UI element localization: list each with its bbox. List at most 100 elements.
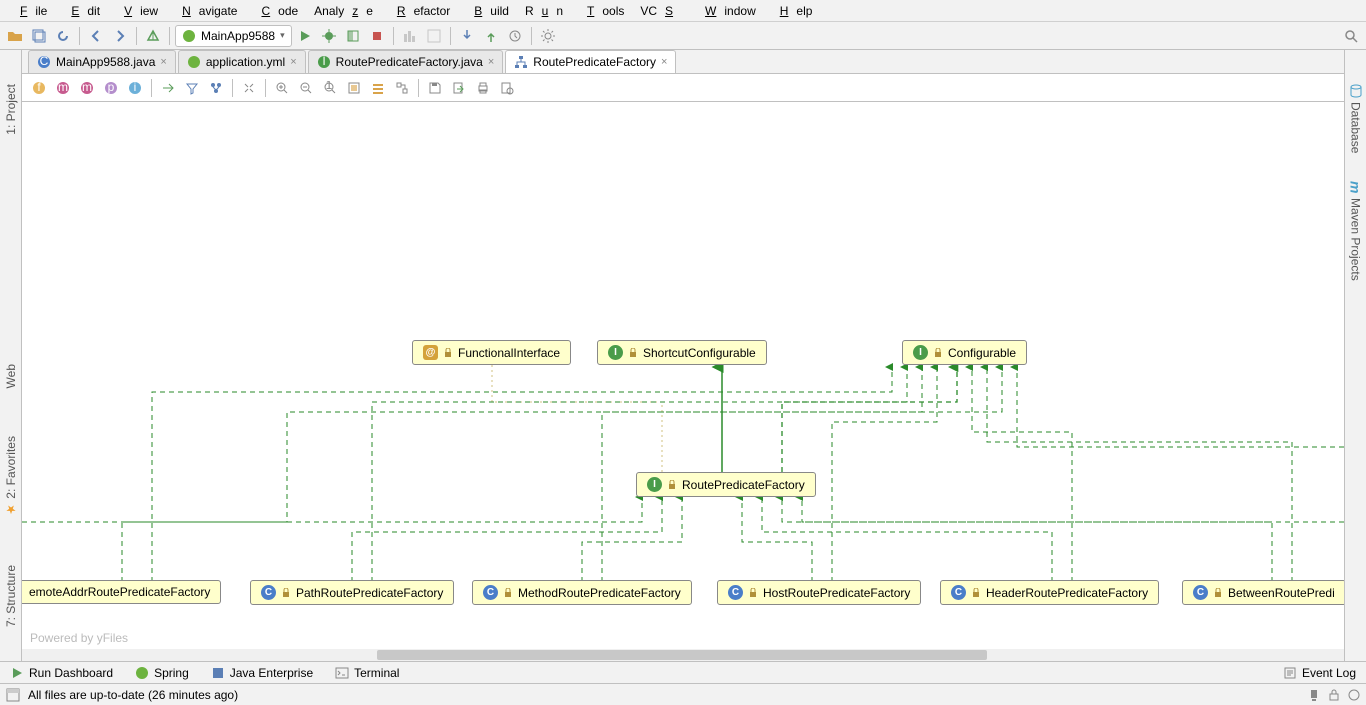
- build-icon[interactable]: [142, 25, 164, 47]
- settings-icon[interactable]: [537, 25, 559, 47]
- menu-run[interactable]: Run: [517, 2, 571, 20]
- goto-icon[interactable]: [1348, 689, 1360, 701]
- tab-routepredicatefactoryjava[interactable]: I RoutePredicateFactory.java ×: [308, 50, 504, 73]
- menu-code[interactable]: Code: [245, 2, 306, 20]
- menu-analyze[interactable]: Analyze: [306, 2, 381, 20]
- back-icon[interactable]: [85, 25, 107, 47]
- status-text: All files are up-to-date (26 minutes ago…: [28, 688, 238, 702]
- maven-tool-button[interactable]: m Maven Projects: [1346, 177, 1366, 284]
- tab-applicationyml[interactable]: application.yml ×: [178, 50, 306, 73]
- menu-build[interactable]: Build: [458, 2, 517, 20]
- svg-text:i: i: [134, 81, 137, 94]
- node-configurable[interactable]: I Configurable: [902, 340, 1027, 365]
- menu-file[interactable]: File: [4, 2, 55, 20]
- node-host[interactable]: C HostRoutePredicateFactory: [717, 580, 921, 605]
- web-tool-button[interactable]: Web: [2, 360, 20, 392]
- lock-icon: [503, 588, 513, 598]
- diagram-canvas[interactable]: @ FunctionalInterface I ShortcutConfigur…: [22, 102, 1344, 661]
- zoom-actual-icon[interactable]: 1: [319, 77, 341, 99]
- print-preview-icon[interactable]: [496, 77, 518, 99]
- dependencies-icon[interactable]: [157, 77, 179, 99]
- horizontal-scrollbar[interactable]: [22, 649, 1344, 661]
- node-method[interactable]: C MethodRoutePredicateFactory: [472, 580, 692, 605]
- menu-refactor[interactable]: Refactor: [381, 2, 458, 20]
- project-tool-button[interactable]: 1: Project: [2, 80, 20, 139]
- open-icon[interactable]: [4, 25, 26, 47]
- status-indicator-icon[interactable]: [6, 688, 20, 702]
- chevron-down-icon: ▾: [280, 30, 285, 41]
- node-remoteaddr[interactable]: emoteAddrRoutePredicateFactory: [22, 580, 221, 604]
- class-icon: C: [728, 585, 743, 600]
- print-icon[interactable]: [472, 77, 494, 99]
- node-header[interactable]: C HeaderRoutePredicateFactory: [940, 580, 1159, 605]
- fields-icon[interactable]: f: [28, 77, 50, 99]
- tab-routepredicatefactory-diagram[interactable]: RoutePredicateFactory ×: [505, 50, 676, 73]
- stop-icon[interactable]: [366, 25, 388, 47]
- refresh-icon[interactable]: [52, 25, 74, 47]
- close-icon[interactable]: ×: [290, 56, 296, 68]
- close-icon[interactable]: ×: [661, 56, 667, 68]
- tab-mainapp[interactable]: C MainApp9588.java ×: [28, 50, 176, 73]
- layout-icon[interactable]: [205, 77, 227, 99]
- node-routepredicatefactory[interactable]: I RoutePredicateFactory: [636, 472, 816, 497]
- node-between[interactable]: C BetweenRoutePredi: [1182, 580, 1344, 605]
- methods-icon[interactable]: m: [76, 77, 98, 99]
- run-config-selector[interactable]: MainApp9588 ▾: [175, 25, 292, 47]
- coverage-icon[interactable]: [342, 25, 364, 47]
- lock-icon: [667, 480, 677, 490]
- node-shortcutconfigurable[interactable]: I ShortcutConfigurable: [597, 340, 767, 365]
- constructors-icon[interactable]: m: [52, 77, 74, 99]
- close-icon[interactable]: ×: [488, 56, 494, 68]
- java-enterprise-button[interactable]: Java Enterprise: [207, 664, 317, 682]
- apply-layout-icon[interactable]: [367, 77, 389, 99]
- database-tool-button[interactable]: Database: [1347, 80, 1365, 157]
- svg-text:p: p: [108, 81, 115, 94]
- favorites-tool-button[interactable]: ★2: Favorites: [2, 432, 20, 521]
- forward-icon[interactable]: [109, 25, 131, 47]
- menu-view[interactable]: View: [108, 2, 166, 20]
- fit-content-icon[interactable]: [343, 77, 365, 99]
- database-icon: [1349, 84, 1363, 98]
- vcs-update-icon[interactable]: [456, 25, 478, 47]
- route-icon[interactable]: [391, 77, 413, 99]
- vcs-commit-icon[interactable]: [480, 25, 502, 47]
- run-icon[interactable]: [294, 25, 316, 47]
- lock-icon[interactable]: [1328, 689, 1340, 701]
- profiler2-icon[interactable]: [423, 25, 445, 47]
- zoom-out-icon[interactable]: [295, 77, 317, 99]
- menu-help[interactable]: Help: [764, 2, 821, 20]
- event-log-icon: [1283, 666, 1297, 680]
- vcs-history-icon[interactable]: [504, 25, 526, 47]
- menu-vcs[interactable]: VCS: [632, 2, 689, 20]
- spring-icon: [182, 29, 196, 43]
- structure-tool-button[interactable]: 7: Structure: [2, 561, 20, 631]
- menu-tools[interactable]: Tools: [571, 2, 632, 20]
- search-everywhere-icon[interactable]: [1340, 25, 1362, 47]
- interface-icon: I: [913, 345, 928, 360]
- menu-window[interactable]: Window: [689, 2, 764, 20]
- node-functionalinterface[interactable]: @ FunctionalInterface: [412, 340, 571, 365]
- hector-icon[interactable]: [1308, 689, 1320, 701]
- profiler1-icon[interactable]: [399, 25, 421, 47]
- save-diagram-icon[interactable]: [424, 77, 446, 99]
- interface-icon: I: [647, 477, 662, 492]
- expand-icon[interactable]: [238, 77, 260, 99]
- filter-icon[interactable]: [181, 77, 203, 99]
- close-icon[interactable]: ×: [160, 56, 166, 68]
- event-log-button[interactable]: Event Log: [1279, 664, 1360, 682]
- debug-icon[interactable]: [318, 25, 340, 47]
- spring-button[interactable]: Spring: [131, 664, 193, 682]
- class-icon: C: [261, 585, 276, 600]
- inner-icon[interactable]: i: [124, 77, 146, 99]
- terminal-button[interactable]: Terminal: [331, 664, 403, 682]
- svg-text:m: m: [82, 81, 92, 94]
- powered-by-label: Powered by yFiles: [30, 631, 128, 645]
- node-path[interactable]: C PathRoutePredicateFactory: [250, 580, 454, 605]
- run-dashboard-button[interactable]: Run Dashboard: [6, 664, 117, 682]
- menu-edit[interactable]: Edit: [55, 2, 108, 20]
- save-all-icon[interactable]: [28, 25, 50, 47]
- properties-icon[interactable]: p: [100, 77, 122, 99]
- export-icon[interactable]: [448, 77, 470, 99]
- menu-navigate[interactable]: Navigate: [166, 2, 245, 20]
- zoom-in-icon[interactable]: [271, 77, 293, 99]
